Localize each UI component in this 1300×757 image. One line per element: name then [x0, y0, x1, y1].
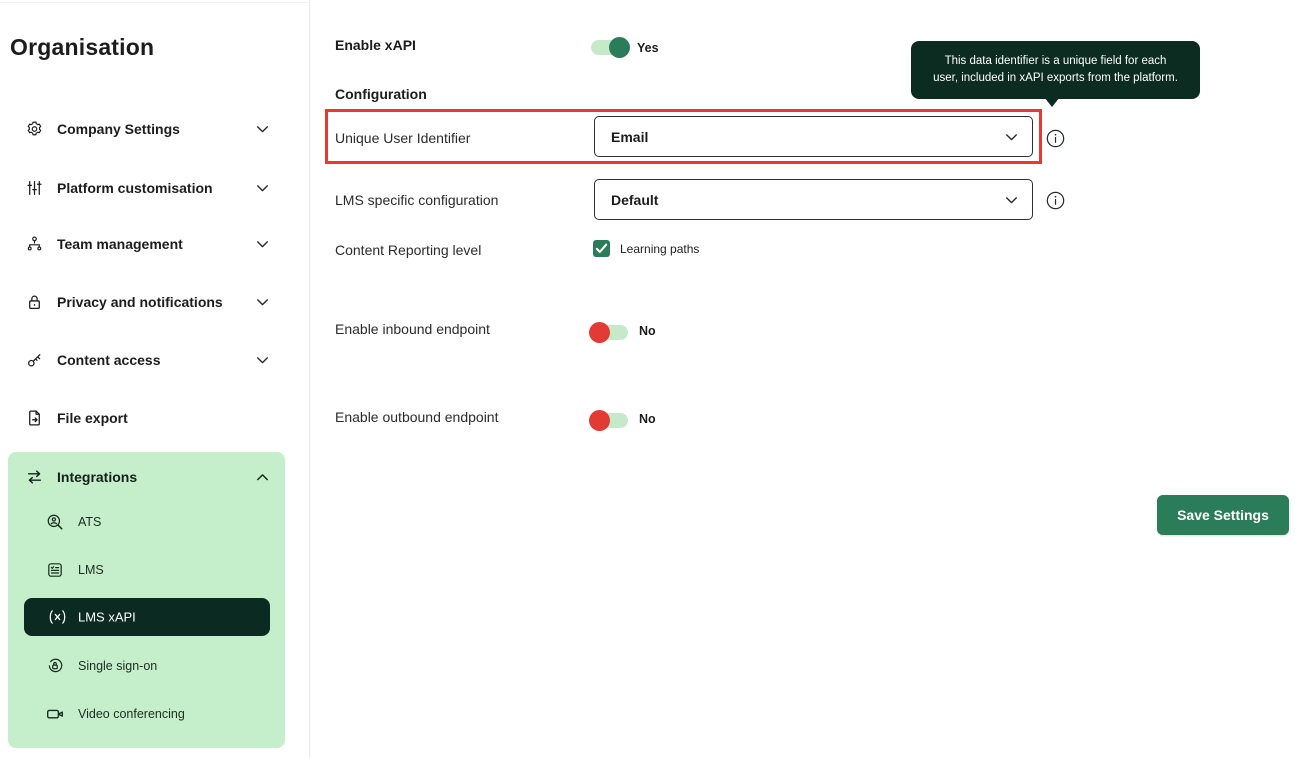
sidebar-item-label: Privacy and notifications — [57, 294, 223, 310]
chevron-down-icon[interactable] — [254, 121, 271, 138]
chevron-down-icon — [1003, 128, 1020, 145]
sidebar-subitem-label: LMS xAPI — [78, 610, 136, 625]
dropdown-selected-value: Default — [611, 192, 658, 208]
info-icon[interactable] — [1046, 191, 1065, 210]
sso-person-icon — [46, 657, 64, 675]
info-icon[interactable] — [1046, 129, 1065, 148]
toggle-knob — [609, 37, 630, 58]
sidebar-subitem-single-sign-on[interactable]: Single sign-on — [8, 649, 285, 683]
toggle-knob — [589, 322, 610, 343]
sidebar-item-label: Team management — [57, 236, 183, 252]
sidebar-item-label: Content access — [57, 352, 160, 368]
learning-paths-checkbox[interactable] — [593, 240, 610, 257]
sidebar-item-integrations[interactable]: Integrations — [8, 460, 285, 494]
xapi-icon — [48, 609, 67, 625]
sidebar-subitem-label: ATS — [78, 515, 101, 529]
person-search-icon — [46, 513, 64, 531]
sidebar-item-file-export[interactable]: File export — [0, 401, 310, 435]
unique-user-identifier-label: Unique User Identifier — [335, 130, 470, 146]
chevron-down-icon[interactable] — [254, 180, 271, 197]
top-divider — [0, 2, 310, 3]
sidebar-item-content-access[interactable]: Content access — [0, 343, 310, 377]
sidebar-subitem-label: LMS — [78, 563, 104, 577]
tooltip: This data identifier is a unique field f… — [911, 41, 1200, 99]
sidebar-item-label: Integrations — [57, 469, 137, 485]
sidebar-item-label: Company Settings — [57, 121, 180, 137]
content-reporting-label: Content Reporting level — [335, 242, 481, 258]
save-settings-button[interactable]: Save Settings — [1157, 495, 1289, 535]
sidebar-subitem-lms-xapi[interactable]: LMS xAPI — [24, 598, 270, 636]
enable-xapi-label: Enable xAPI — [335, 37, 416, 53]
chevron-up-icon[interactable] — [254, 469, 271, 486]
dropdown-selected-value: Email — [611, 129, 648, 145]
page-title: Organisation — [10, 34, 154, 61]
configuration-heading: Configuration — [335, 86, 427, 102]
sidebar-item-label: Platform customisation — [57, 180, 213, 196]
outbound-endpoint-value: No — [639, 412, 656, 426]
swap-arrows-icon — [26, 469, 43, 486]
integrations-group: Integrations ATS LMS — [8, 452, 285, 748]
tooltip-line2: user, included in xAPI exports from the … — [911, 70, 1200, 87]
sidebar: Organisation Company Settings Platform c… — [0, 0, 310, 757]
unique-user-identifier-dropdown[interactable]: Email — [594, 116, 1033, 157]
chevron-down-icon — [1003, 191, 1020, 208]
sidebar-item-platform-customisation[interactable]: Platform customisation — [0, 171, 310, 205]
sidebar-item-privacy-notifications[interactable]: Privacy and notifications — [0, 285, 310, 319]
sidebar-subitem-ats[interactable]: ATS — [8, 505, 285, 539]
chevron-down-icon[interactable] — [254, 294, 271, 311]
inbound-endpoint-toggle[interactable] — [591, 325, 628, 340]
sidebar-item-label: File export — [57, 410, 128, 426]
enable-xapi-value: Yes — [637, 41, 659, 55]
sidebar-subitem-label: Single sign-on — [78, 659, 157, 673]
tooltip-line1: This data identifier is a unique field f… — [911, 53, 1200, 70]
lms-xapi-settings-page: Organisation Company Settings Platform c… — [0, 0, 1300, 757]
sliders-icon — [26, 180, 43, 197]
checklist-icon — [46, 561, 64, 579]
lms-config-label: LMS specific configuration — [335, 192, 498, 208]
sidebar-subitem-label: Video conferencing — [78, 707, 185, 721]
gear-icon — [26, 121, 43, 138]
inbound-endpoint-value: No — [639, 324, 656, 338]
outbound-endpoint-label: Enable outbound endpoint — [335, 409, 498, 425]
tooltip-arrow — [1044, 97, 1060, 107]
lock-icon — [26, 294, 43, 311]
lms-config-dropdown[interactable]: Default — [594, 179, 1033, 220]
sidebar-subitem-lms[interactable]: LMS — [8, 553, 285, 587]
chevron-down-icon[interactable] — [254, 352, 271, 369]
sidebar-item-company-settings[interactable]: Company Settings — [0, 112, 310, 146]
learning-paths-label: Learning paths — [620, 242, 699, 256]
sidebar-item-team-management[interactable]: Team management — [0, 227, 310, 261]
toggle-knob — [589, 410, 610, 431]
outbound-endpoint-toggle[interactable] — [591, 413, 628, 428]
enable-xapi-toggle[interactable] — [591, 40, 628, 55]
sidebar-subitem-video-conferencing[interactable]: Video conferencing — [8, 697, 285, 731]
key-icon — [26, 352, 43, 369]
inbound-endpoint-label: Enable inbound endpoint — [335, 321, 490, 337]
org-chart-icon — [26, 236, 43, 253]
video-camera-icon — [46, 705, 64, 723]
chevron-down-icon[interactable] — [254, 236, 271, 253]
file-export-icon — [26, 410, 43, 427]
